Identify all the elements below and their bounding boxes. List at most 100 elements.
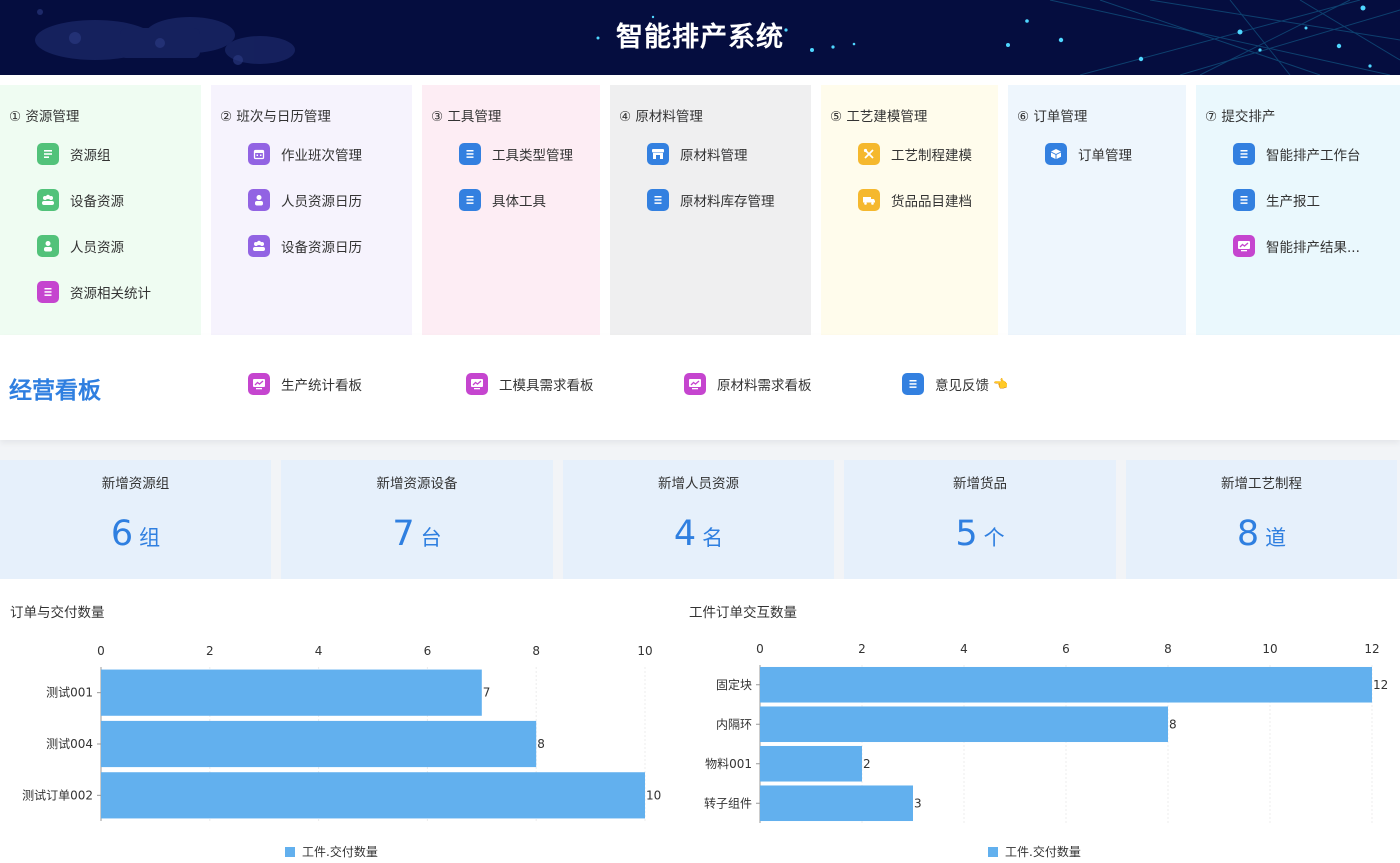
y-category-label: 固定块 xyxy=(716,677,752,692)
x-tick-label: 8 xyxy=(532,644,540,658)
bar xyxy=(760,745,862,782)
module-title: ③ 工具管理 xyxy=(431,109,502,125)
truck-icon xyxy=(858,189,880,211)
doc-icon xyxy=(902,373,924,395)
menu-item-tool-type[interactable]: 工具类型管理 xyxy=(459,143,573,165)
menu-item-label: 原材料库存管理 xyxy=(680,194,775,210)
y-category-label: 测试001 xyxy=(46,685,93,700)
pointing-hand-icon: 👈 xyxy=(993,377,1008,391)
store-icon xyxy=(647,143,669,165)
menu-item-personnel-resource[interactable]: 人员资源 xyxy=(37,235,124,257)
doc-icon xyxy=(459,189,481,211)
menu-item-goods-archive[interactable]: 货品品目建档 xyxy=(858,189,972,211)
doc-icon xyxy=(1233,143,1255,165)
menu-item-label: 人员资源 xyxy=(70,240,124,256)
menu-item-scheduling-workbench[interactable]: 智能排产工作台 xyxy=(1233,143,1361,165)
menu-item-label: 具体工具 xyxy=(492,194,546,210)
menu-item-raw-material[interactable]: 原材料管理 xyxy=(647,143,748,165)
stat-value: 5个 xyxy=(844,514,1116,554)
stat-label: 新增工艺制程 xyxy=(1221,476,1302,492)
menu-item-order-management[interactable]: 订单管理 xyxy=(1045,143,1132,165)
menu-item-scheduling-result[interactable]: 智能排产结果... xyxy=(1233,235,1360,257)
stat-card-personnel: 新增人员资源 4名 xyxy=(563,460,834,579)
module-title: ⑦ 提交排产 xyxy=(1205,109,1276,125)
dashboard-title: 经营看板 xyxy=(9,378,101,404)
stat-number: 4 xyxy=(673,514,697,554)
stat-number: 5 xyxy=(955,514,978,554)
chart-orders-delivery: 0 2 4 6 8 10 测试001 7 测试004 8 测试订单002 10 工件.交付数量 xyxy=(22,644,661,859)
menu-item-label: 设备资源日历 xyxy=(281,240,362,256)
stat-value: 4名 xyxy=(563,514,834,554)
x-tick-label: 6 xyxy=(1062,642,1070,656)
menu-item-label: 智能排产工作台 xyxy=(1266,148,1361,164)
module-title: ② 班次与日历管理 xyxy=(220,109,331,125)
menu-item-equipment-calendar[interactable]: 设备资源日历 xyxy=(248,235,362,257)
group-icon xyxy=(248,235,270,257)
bar-value-label: 8 xyxy=(537,737,545,751)
stat-value: 6组 xyxy=(0,514,271,554)
x-tick-label: 10 xyxy=(1262,642,1277,656)
module-process-modeling: ⑤ 工艺建模管理 工艺制程建模 货品品目建档 xyxy=(821,85,998,335)
stat-card-process: 新增工艺制程 8道 xyxy=(1126,460,1397,579)
menu-item-resource-group[interactable]: 资源组 xyxy=(37,143,111,165)
stat-label: 新增资源组 xyxy=(101,476,170,492)
menu-item-specific-tool[interactable]: 具体工具 xyxy=(459,189,546,211)
module-title: ① 资源管理 xyxy=(9,109,80,125)
cube-icon xyxy=(1045,143,1067,165)
menu-item-equipment-resource[interactable]: 设备资源 xyxy=(37,189,124,211)
bar-value-label: 2 xyxy=(863,757,871,771)
stat-label: 新增人员资源 xyxy=(658,476,739,492)
menu-item-process-modeling[interactable]: 工艺制程建模 xyxy=(858,143,972,165)
monitor-icon xyxy=(1233,235,1255,257)
menu-item-production-report[interactable]: 生产报工 xyxy=(1233,189,1320,211)
person-icon xyxy=(248,189,270,211)
x-tick-label: 2 xyxy=(858,642,866,656)
doc-icon xyxy=(1233,189,1255,211)
stat-unit: 个 xyxy=(983,526,1005,550)
bar-value-label: 12 xyxy=(1373,678,1388,692)
menu-item-resource-statistics[interactable]: 资源相关统计 xyxy=(37,281,151,303)
module-shift-calendar-management: ② 班次与日历管理 作业班次管理 人员资源日历 设备资源日历 xyxy=(211,85,412,335)
stat-number: 8 xyxy=(1236,514,1260,554)
menu-item-label: 资源相关统计 xyxy=(70,286,151,302)
x-tick-label: 10 xyxy=(637,644,652,658)
board-link-production-stats[interactable]: 生产统计看板 xyxy=(248,373,362,395)
bar xyxy=(760,666,1372,703)
x-tick-label: 4 xyxy=(960,642,968,656)
board-link-label: 意见反馈 xyxy=(935,378,989,394)
board-link-raw-material-demand[interactable]: 原材料需求看板 xyxy=(684,373,812,395)
module-submit-scheduling: ⑦ 提交排产 智能排产工作台 生产报工 智能排产结果... xyxy=(1196,85,1400,335)
module-title: ④ 原材料管理 xyxy=(619,109,703,125)
doc-icon xyxy=(647,189,669,211)
x-tick-label: 12 xyxy=(1364,642,1379,656)
monitor-icon xyxy=(466,373,488,395)
module-resource-management: ① 资源管理 资源组 设备资源 人员资源 资源相关统计 xyxy=(0,85,201,335)
x-tick-label: 0 xyxy=(756,642,764,656)
module-tool-management: ③ 工具管理 工具类型管理 具体工具 xyxy=(422,85,600,335)
menu-item-work-shift[interactable]: 作业班次管理 xyxy=(248,143,362,165)
stat-label: 新增资源设备 xyxy=(376,476,458,492)
bar-value-label: 7 xyxy=(483,686,491,700)
person-icon xyxy=(37,235,59,257)
stat-card-goods: 新增货品 5个 xyxy=(844,460,1116,579)
menu-item-label: 资源组 xyxy=(70,148,111,164)
menu-item-raw-material-stock[interactable]: 原材料库存管理 xyxy=(647,189,775,211)
menu-item-label: 订单管理 xyxy=(1078,148,1132,164)
y-category-label: 测试004 xyxy=(46,736,93,751)
module-panel: ① 资源管理 资源组 设备资源 人员资源 资源相关统计 ② 班次与日历管理 作业… xyxy=(0,75,1400,335)
bar xyxy=(760,706,1168,743)
bar xyxy=(760,785,913,822)
stat-number: 6 xyxy=(110,514,134,554)
board-link-label: 生产统计看板 xyxy=(281,378,362,394)
menu-item-label: 生产报工 xyxy=(1266,194,1320,210)
board-link-feedback[interactable]: 意见反馈 👈 xyxy=(902,373,1008,395)
legend-swatch xyxy=(988,847,998,857)
menu-item-label: 作业班次管理 xyxy=(281,148,362,164)
stat-card-equipment: 新增资源设备 7台 xyxy=(281,460,553,579)
chart-workpiece-orders: 0 2 4 6 8 10 12 固定块 12 内隔环 8 物料001 2 转子组件 3 工件.交付数量 xyxy=(704,642,1388,859)
legend-label: 工件.交付数量 xyxy=(1005,844,1081,859)
menu-item-personnel-calendar[interactable]: 人员资源日历 xyxy=(248,189,362,211)
monitor-icon xyxy=(248,373,270,395)
board-link-tooling-demand[interactable]: 工模具需求看板 xyxy=(466,373,594,395)
x-tick-label: 8 xyxy=(1164,642,1172,656)
